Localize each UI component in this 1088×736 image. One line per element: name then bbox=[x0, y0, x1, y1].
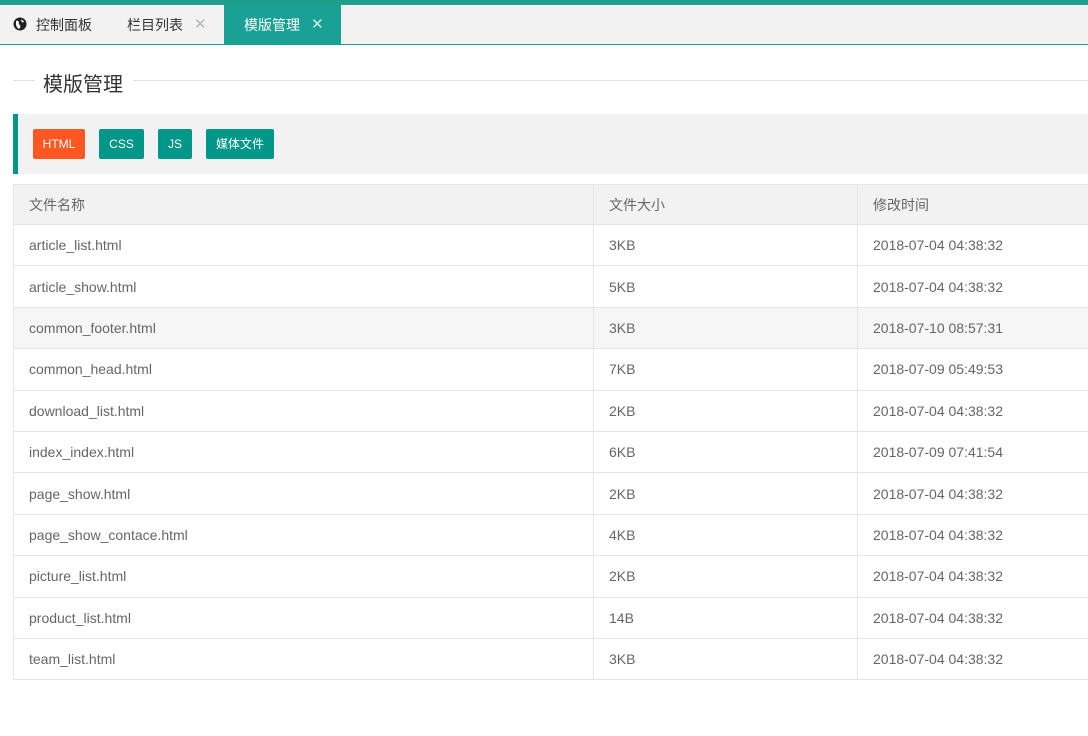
modified-time-cell: 2018-07-04 04:38:32 bbox=[857, 555, 1088, 598]
tab-column-list[interactable]: 栏目列表 ✕ bbox=[110, 5, 224, 45]
table-row[interactable]: common_head.html 7KB 2018-07-09 05:49:53 bbox=[13, 348, 1088, 391]
tab-dashboard-label: 控制面板 bbox=[36, 17, 92, 33]
file-size-cell: 2KB bbox=[593, 555, 858, 598]
file-size-cell: 14B bbox=[593, 596, 858, 639]
file-name-cell: common_footer.html bbox=[13, 306, 594, 350]
file-name-cell: picture_list.html bbox=[13, 555, 594, 598]
file-size-cell: 5KB bbox=[593, 265, 858, 308]
file-name-cell: article_show.html bbox=[13, 265, 594, 308]
html-button[interactable]: HTML bbox=[33, 129, 85, 159]
tab-dashboard[interactable]: 控制面板 bbox=[0, 5, 110, 45]
modified-time-cell: 2018-07-04 04:38:32 bbox=[857, 389, 1088, 432]
file-name-cell: download_list.html bbox=[13, 389, 594, 432]
file-size-cell: 2KB bbox=[593, 472, 858, 515]
file-size-cell: 3KB bbox=[593, 223, 858, 267]
table-row[interactable]: page_show_contace.html 4KB 2018-07-04 04:3… bbox=[13, 513, 1088, 557]
file-name-cell: common_head.html bbox=[13, 348, 594, 391]
globe-icon bbox=[13, 17, 27, 31]
tab-column-list-label: 栏目列表 bbox=[127, 17, 183, 33]
tab-template-manage[interactable]: 模版管理 ✕ bbox=[224, 5, 341, 45]
file-table: 文件名称 文件大小 修改时间 article_list.html 3KB 2018-… bbox=[13, 184, 1088, 681]
modified-time-cell: 2018-07-10 08:57:31 bbox=[857, 306, 1088, 350]
tab-template-manage-label: 模版管理 bbox=[244, 17, 300, 33]
table-row[interactable]: page_show.html 2KB 2018-07-04 04:38:32 bbox=[13, 472, 1088, 515]
column-header-filename: 文件名称 bbox=[13, 184, 594, 225]
close-icon[interactable]: ✕ bbox=[194, 5, 207, 45]
table-row[interactable]: download_list.html 2KB 2018-07-04 04:38:32 bbox=[13, 389, 1088, 432]
section-title: 模版管理 bbox=[13, 70, 1088, 96]
table-row[interactable]: article_show.html 5KB 2018-07-04 04:38:32 bbox=[13, 265, 1088, 308]
modified-time-cell: 2018-07-04 04:38:32 bbox=[857, 637, 1088, 681]
file-type-toolbar: HTML CSS JS 媒体文件 bbox=[13, 114, 1088, 174]
table-header-row: 文件名称 文件大小 修改时间 bbox=[13, 184, 1088, 225]
close-icon[interactable]: ✕ bbox=[311, 5, 324, 45]
column-header-size: 文件大小 bbox=[593, 184, 858, 225]
file-size-cell: 6KB bbox=[593, 430, 858, 474]
divider-line bbox=[13, 80, 35, 81]
modified-time-cell: 2018-07-04 04:38:32 bbox=[857, 472, 1088, 515]
table-row[interactable]: common_footer.html 3KB 2018-07-10 08:57:31 bbox=[13, 306, 1088, 350]
tab-bar: 控制面板 栏目列表 ✕ 模版管理 ✕ bbox=[0, 5, 1088, 45]
file-name-cell: team_list.html bbox=[13, 637, 594, 681]
page-title: 模版管理 bbox=[43, 74, 123, 96]
table-row[interactable]: product_list.html 14B 2018-07-04 04:38:32 bbox=[13, 596, 1088, 639]
modified-time-cell: 2018-07-04 04:38:32 bbox=[857, 513, 1088, 557]
table-row[interactable]: picture_list.html 2KB 2018-07-04 04:38:32 bbox=[13, 555, 1088, 598]
file-name-cell: page_show_contace.html bbox=[13, 513, 594, 557]
file-name-cell: index_index.html bbox=[13, 430, 594, 474]
file-name-cell: article_list.html bbox=[13, 223, 594, 267]
table-row[interactable]: article_list.html 3KB 2018-07-04 04:38:32 bbox=[13, 223, 1088, 267]
file-size-cell: 3KB bbox=[593, 306, 858, 350]
modified-time-cell: 2018-07-04 04:38:32 bbox=[857, 596, 1088, 639]
js-button[interactable]: JS bbox=[158, 129, 192, 159]
table-row[interactable]: index_index.html 6KB 2018-07-09 07:41:54 bbox=[13, 430, 1088, 474]
file-name-cell: product_list.html bbox=[13, 596, 594, 639]
modified-time-cell: 2018-07-09 05:49:53 bbox=[857, 348, 1088, 391]
file-size-cell: 4KB bbox=[593, 513, 858, 557]
divider-line bbox=[133, 80, 1088, 81]
css-button[interactable]: CSS bbox=[99, 129, 144, 159]
modified-time-cell: 2018-07-04 04:38:32 bbox=[857, 265, 1088, 308]
media-files-button[interactable]: 媒体文件 bbox=[206, 129, 274, 159]
table-row[interactable]: team_list.html 3KB 2018-07-04 04:38:32 bbox=[13, 637, 1088, 681]
modified-time-cell: 2018-07-09 07:41:54 bbox=[857, 430, 1088, 474]
file-size-cell: 2KB bbox=[593, 389, 858, 432]
file-name-cell: page_show.html bbox=[13, 472, 594, 515]
file-size-cell: 3KB bbox=[593, 637, 858, 681]
column-header-modified: 修改时间 bbox=[857, 184, 1088, 225]
modified-time-cell: 2018-07-04 04:38:32 bbox=[857, 223, 1088, 267]
file-size-cell: 7KB bbox=[593, 348, 858, 391]
